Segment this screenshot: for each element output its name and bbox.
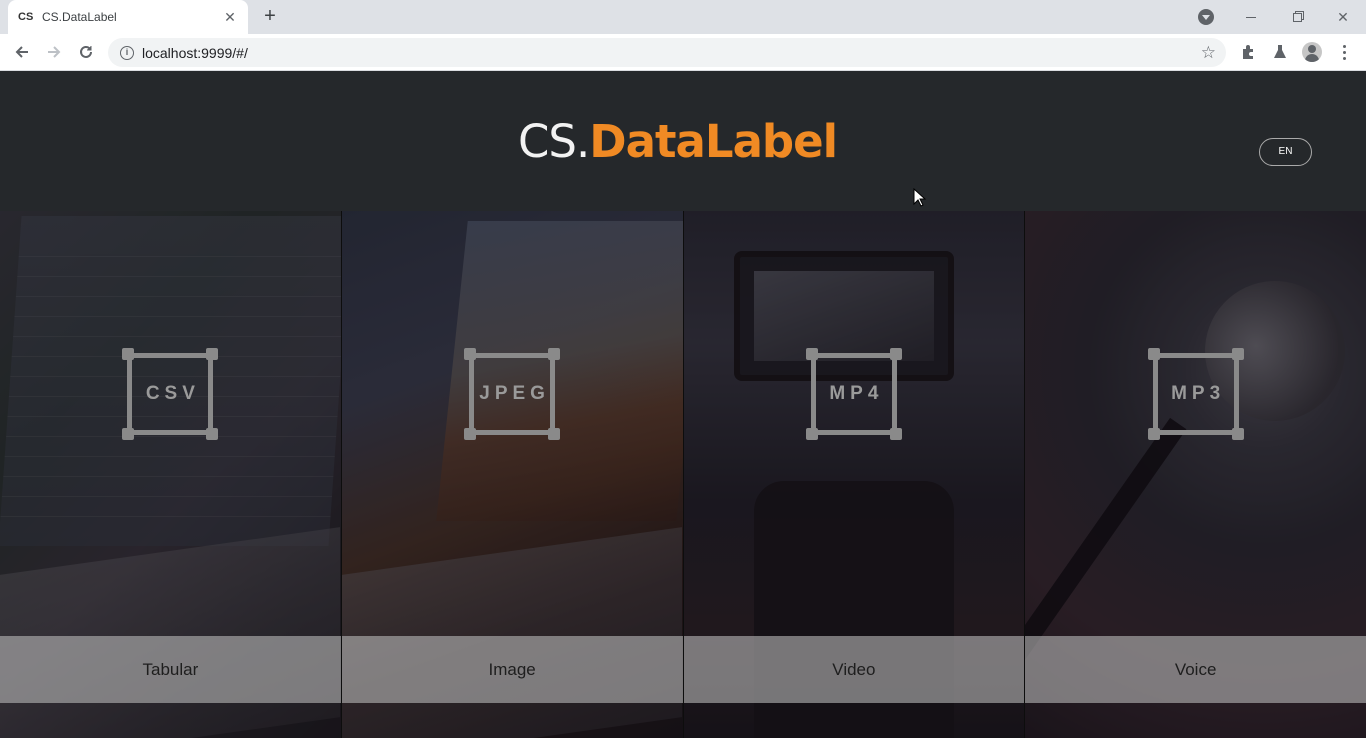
back-arrow-icon[interactable] xyxy=(10,40,34,64)
puzzle-icon[interactable] xyxy=(1237,41,1259,63)
menu-dots-icon[interactable] xyxy=(1333,41,1355,63)
card-tabular[interactable]: CSV Tabular xyxy=(0,211,341,738)
card-voice[interactable]: MP3 Voice xyxy=(1024,211,1366,738)
logo-prefix: CS. xyxy=(518,115,590,168)
profile-icon[interactable] xyxy=(1301,41,1323,63)
reload-icon[interactable] xyxy=(74,40,98,64)
card-caption[interactable]: Video xyxy=(683,636,1025,703)
logo-brand: DataLabel xyxy=(589,115,838,168)
data-type-cards: CSV Tabular JPEG Image MP4 Video MP3 Voi… xyxy=(0,211,1366,738)
window-minimize-button[interactable] xyxy=(1228,0,1274,34)
forward-arrow-icon[interactable] xyxy=(42,40,66,64)
file-type-label: CSV xyxy=(145,383,200,404)
browser-toolbar: i localhost:9999/#/ ☆ xyxy=(0,34,1366,71)
window-close-button[interactable]: ✕ xyxy=(1320,0,1366,34)
tab-favicon: CS xyxy=(18,11,34,23)
site-logo[interactable]: CS.DataLabel xyxy=(518,115,838,168)
site-header: CS.DataLabel EN xyxy=(0,71,1366,211)
file-type-label: MP3 xyxy=(1171,383,1226,404)
address-bar[interactable]: i localhost:9999/#/ ☆ xyxy=(108,38,1226,67)
tab-search-icon[interactable] xyxy=(1198,9,1214,25)
file-type-badge: MP4 xyxy=(805,348,902,440)
file-type-badge: JPEG xyxy=(464,348,561,440)
tab-title: CS.DataLabel xyxy=(42,10,117,24)
info-icon[interactable]: i xyxy=(120,45,134,60)
card-image[interactable]: JPEG Image xyxy=(340,211,683,738)
window-restore-button[interactable] xyxy=(1274,0,1320,34)
card-video[interactable]: MP4 Video xyxy=(682,211,1025,738)
file-type-badge: MP3 xyxy=(1147,348,1244,440)
browser-tab[interactable]: CS CS.DataLabel ✕ xyxy=(8,0,248,34)
page: CS.DataLabel EN CSV Tabular JPEG Image M… xyxy=(0,71,1366,738)
close-icon[interactable]: ✕ xyxy=(222,9,238,26)
url-text[interactable]: localhost:9999/#/ xyxy=(142,45,248,61)
language-button[interactable]: EN xyxy=(1259,138,1312,166)
labs-flask-icon[interactable] xyxy=(1269,41,1291,63)
browser-tabstrip: CS CS.DataLabel ✕ + ✕ xyxy=(0,0,1366,34)
file-type-label: JPEG xyxy=(479,383,550,404)
new-tab-button[interactable]: + xyxy=(258,5,282,29)
file-type-badge: CSV xyxy=(122,348,219,440)
card-caption[interactable]: Tabular xyxy=(0,636,341,703)
card-caption[interactable]: Image xyxy=(341,636,683,703)
file-type-label: MP4 xyxy=(829,383,884,404)
card-caption[interactable]: Voice xyxy=(1025,636,1366,703)
star-icon[interactable]: ☆ xyxy=(1201,43,1216,63)
